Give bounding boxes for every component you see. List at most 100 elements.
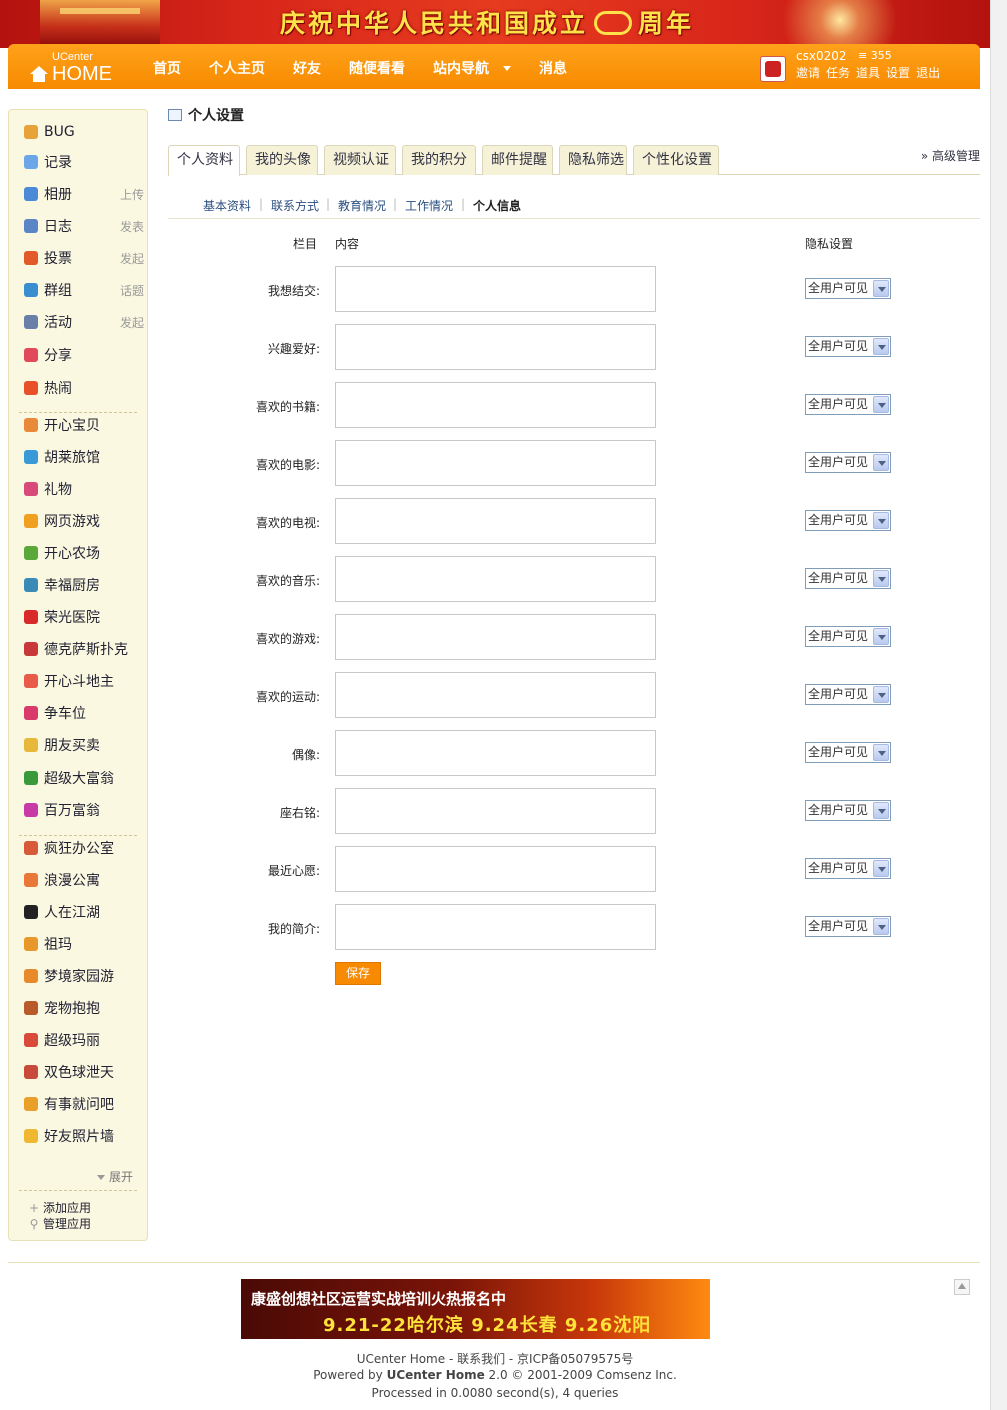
dropdown-arrow-icon[interactable] <box>873 628 889 645</box>
user-link-4[interactable]: 退出 <box>916 64 940 81</box>
add-app-link[interactable]: + 添加应用 <box>29 1199 91 1216</box>
tab-0[interactable]: 个人资料 <box>168 145 240 176</box>
sidebar-item-23[interactable]: 浪漫公寓 <box>24 870 144 890</box>
sidebar-sub-link[interactable]: 话题 <box>120 282 144 299</box>
dropdown-arrow-icon[interactable] <box>873 338 889 355</box>
privacy-select[interactable]: 全用户可见 <box>805 510 891 531</box>
sidebar-sub-link[interactable]: 发起 <box>120 250 144 267</box>
subtab-4[interactable]: 个人信息 <box>473 197 521 214</box>
privacy-select[interactable]: 全用户可见 <box>805 568 891 589</box>
subtab-2[interactable]: 教育情况 <box>338 197 386 214</box>
privacy-select[interactable]: 全用户可见 <box>805 336 891 357</box>
username[interactable]: csx0202 <box>796 49 847 63</box>
sidebar-item-31[interactable]: 好友照片墙 <box>24 1126 144 1146</box>
subtab-1[interactable]: 联系方式 <box>271 197 319 214</box>
field-textarea[interactable] <box>335 672 656 718</box>
dropdown-arrow-icon[interactable] <box>873 280 889 297</box>
tab-3[interactable]: 我的积分 <box>402 145 476 175</box>
sidebar-item-0[interactable]: BUG <box>24 122 144 142</box>
sidebar-sub-link[interactable]: 上传 <box>120 186 144 203</box>
subtab-0[interactable]: 基本资料 <box>203 197 251 214</box>
sidebar-item-18[interactable]: 争车位 <box>24 703 144 723</box>
sidebar-item-9[interactable]: 开心宝贝 <box>24 415 144 435</box>
user-link-1[interactable]: 任务 <box>826 64 850 81</box>
privacy-select[interactable]: 全用户可见 <box>805 916 891 937</box>
chevron-down-icon[interactable] <box>503 66 511 71</box>
sidebar-item-15[interactable]: 荣光医院 <box>24 607 144 627</box>
sidebar-item-26[interactable]: 梦境家园游 <box>24 966 144 986</box>
sidebar-item-19[interactable]: 朋友买卖 <box>24 735 144 755</box>
tab-6[interactable]: 个性化设置 <box>633 145 719 175</box>
nav-item-3[interactable]: 随便看看 <box>349 58 405 78</box>
field-textarea[interactable] <box>335 382 656 428</box>
field-textarea[interactable] <box>335 730 656 776</box>
privacy-select[interactable]: 全用户可见 <box>805 684 891 705</box>
subtab-3[interactable]: 工作情况 <box>405 197 453 214</box>
sidebar-item-27[interactable]: 宠物抱抱 <box>24 998 144 1018</box>
sidebar-item-3[interactable]: 日志 发表 <box>24 216 144 236</box>
ad-banner[interactable]: 康盛创想社区运营实战培训火热报名中 9.21-22哈尔滨 9.24长春 9.26… <box>241 1279 710 1339</box>
sidebar-item-5[interactable]: 群组 话题 <box>24 280 144 300</box>
dropdown-arrow-icon[interactable] <box>873 570 889 587</box>
sidebar-sub-link[interactable]: 发表 <box>120 218 144 235</box>
field-textarea[interactable] <box>335 904 656 950</box>
sidebar-item-2[interactable]: 相册 上传 <box>24 184 144 204</box>
privacy-select[interactable]: 全用户可见 <box>805 800 891 821</box>
user-link-2[interactable]: 道具 <box>856 64 880 81</box>
user-link-0[interactable]: 邀请 <box>796 64 820 81</box>
sidebar-item-6[interactable]: 活动 发起 <box>24 312 144 332</box>
manage-app-link[interactable]: ⚲ 管理应用 <box>29 1215 91 1232</box>
sidebar-item-8[interactable]: 热闹 <box>24 378 144 398</box>
sidebar-item-28[interactable]: 超级玛丽 <box>24 1030 144 1050</box>
sidebar-item-11[interactable]: 礼物 <box>24 479 144 499</box>
tab-2[interactable]: 视频认证 <box>324 145 396 175</box>
dropdown-arrow-icon[interactable] <box>873 802 889 819</box>
sidebar-item-20[interactable]: 超级大富翁 <box>24 768 144 788</box>
expand-button[interactable]: 展开 <box>97 1168 133 1185</box>
sidebar-item-7[interactable]: 分享 <box>24 345 144 365</box>
dropdown-arrow-icon[interactable] <box>873 744 889 761</box>
privacy-select[interactable]: 全用户可见 <box>805 858 891 879</box>
back-to-top-button[interactable] <box>954 1279 970 1295</box>
field-textarea[interactable] <box>335 266 656 312</box>
field-textarea[interactable] <box>335 498 656 544</box>
sidebar-item-4[interactable]: 投票 发起 <box>24 248 144 268</box>
dropdown-arrow-icon[interactable] <box>873 860 889 877</box>
user-link-3[interactable]: 设置 <box>886 64 910 81</box>
sidebar-item-22[interactable]: 疯狂办公室 <box>24 838 144 858</box>
nav-item-4[interactable]: 站内导航 <box>433 58 489 78</box>
tab-4[interactable]: 邮件提醒 <box>482 145 553 175</box>
sidebar-item-17[interactable]: 开心斗地主 <box>24 671 144 691</box>
dropdown-arrow-icon[interactable] <box>873 686 889 703</box>
nav-item-0[interactable]: 首页 <box>153 58 181 78</box>
avatar[interactable] <box>760 56 786 82</box>
field-textarea[interactable] <box>335 440 656 486</box>
sidebar-item-30[interactable]: 有事就问吧 <box>24 1094 144 1114</box>
field-textarea[interactable] <box>335 846 656 892</box>
field-textarea[interactable] <box>335 324 656 370</box>
sidebar-item-13[interactable]: 开心农场 <box>24 543 144 563</box>
privacy-select[interactable]: 全用户可见 <box>805 394 891 415</box>
sidebar-item-1[interactable]: 记录 <box>24 152 144 172</box>
privacy-select[interactable]: 全用户可见 <box>805 278 891 299</box>
dropdown-arrow-icon[interactable] <box>873 396 889 413</box>
sidebar-item-16[interactable]: 德克萨斯扑克 <box>24 639 144 659</box>
privacy-select[interactable]: 全用户可见 <box>805 742 891 763</box>
privacy-select[interactable]: 全用户可见 <box>805 452 891 473</box>
save-button[interactable]: 保存 <box>335 962 381 985</box>
sidebar-item-21[interactable]: 百万富翁 <box>24 800 144 820</box>
sidebar-item-29[interactable]: 双色球泄天 <box>24 1062 144 1082</box>
sidebar-item-25[interactable]: 祖玛 <box>24 934 144 954</box>
tab-1[interactable]: 我的头像 <box>246 145 318 175</box>
field-textarea[interactable] <box>335 614 656 660</box>
sidebar-item-14[interactable]: 幸福厨房 <box>24 575 144 595</box>
field-textarea[interactable] <box>335 556 656 602</box>
sidebar-sub-link[interactable]: 发起 <box>120 314 144 331</box>
advanced-manage-link[interactable]: » 高级管理 <box>921 147 980 164</box>
sidebar-item-24[interactable]: 人在江湖 <box>24 902 144 922</box>
dropdown-arrow-icon[interactable] <box>873 512 889 529</box>
privacy-select[interactable]: 全用户可见 <box>805 626 891 647</box>
nav-item-1[interactable]: 个人主页 <box>209 58 265 78</box>
dropdown-arrow-icon[interactable] <box>873 454 889 471</box>
sidebar-item-10[interactable]: 胡莱旅馆 <box>24 447 144 467</box>
